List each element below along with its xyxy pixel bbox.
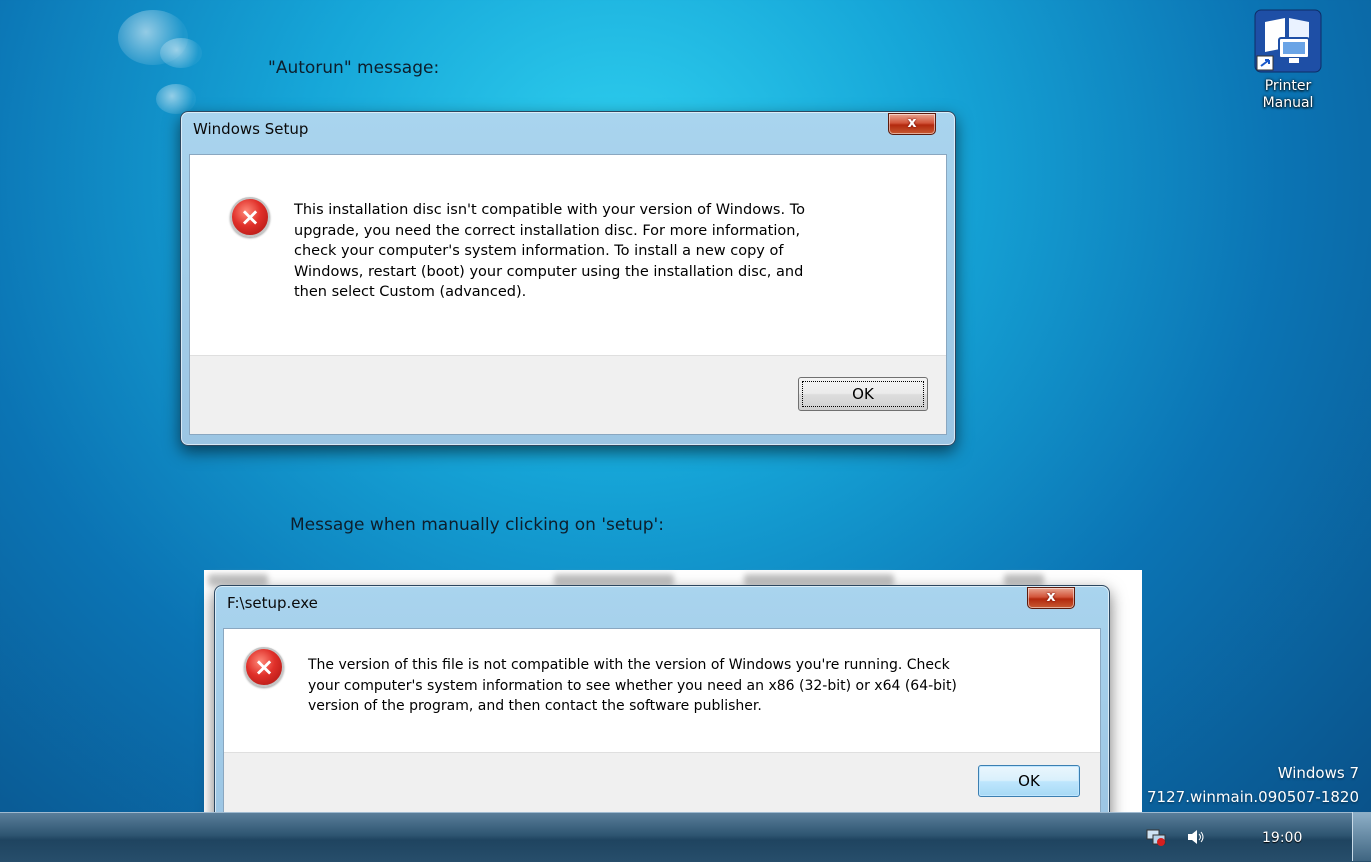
wallpaper-bubble — [156, 84, 196, 114]
dialog-title: Windows Setup — [193, 120, 309, 138]
build-watermark: Windows 7 7127.winmain.090507-1820 — [1147, 764, 1359, 806]
ok-button[interactable]: OK — [798, 377, 928, 411]
error-icon: × — [230, 197, 270, 237]
windows-setup-dialog[interactable]: Windows Setup x × This installation disc… — [180, 111, 956, 446]
setup-exe-dialog[interactable]: F:\setup.exe x × The version of this fil… — [214, 585, 1110, 825]
close-button[interactable]: x — [1027, 587, 1075, 609]
desktop-icon-label: Printer Manual — [1262, 78, 1314, 111]
caption-autorun: "Autorun" message: — [268, 58, 440, 78]
dialog-footer: OK — [190, 355, 946, 434]
close-button[interactable]: x — [888, 113, 936, 135]
caption-manual-setup: Message when manually clicking on 'setup… — [290, 515, 664, 535]
dialog-title: F:\setup.exe — [227, 594, 318, 612]
desktop-shortcut-printer-manual[interactable]: Printer Manual — [1246, 8, 1330, 112]
network-icon[interactable] — [1146, 828, 1166, 850]
dialog-message: The version of this file is not compatib… — [308, 657, 957, 714]
printer-manual-icon — [1251, 8, 1325, 74]
ok-button[interactable]: OK — [978, 765, 1080, 797]
show-desktop-button[interactable] — [1352, 812, 1371, 861]
dialog-footer: OK — [224, 752, 1100, 813]
dialog-body: × The version of this file is not compat… — [223, 628, 1101, 814]
wallpaper-bubble — [160, 38, 202, 68]
close-icon: x — [1046, 589, 1056, 605]
dialog-message: This installation disc isn't compatible … — [294, 202, 805, 300]
close-icon: x — [907, 115, 917, 131]
volume-icon[interactable] — [1186, 829, 1206, 849]
taskbar-clock[interactable]: 19:00 — [1262, 830, 1302, 846]
dialog-body: × This installation disc isn't compatibl… — [189, 154, 947, 435]
error-icon: × — [244, 647, 284, 687]
